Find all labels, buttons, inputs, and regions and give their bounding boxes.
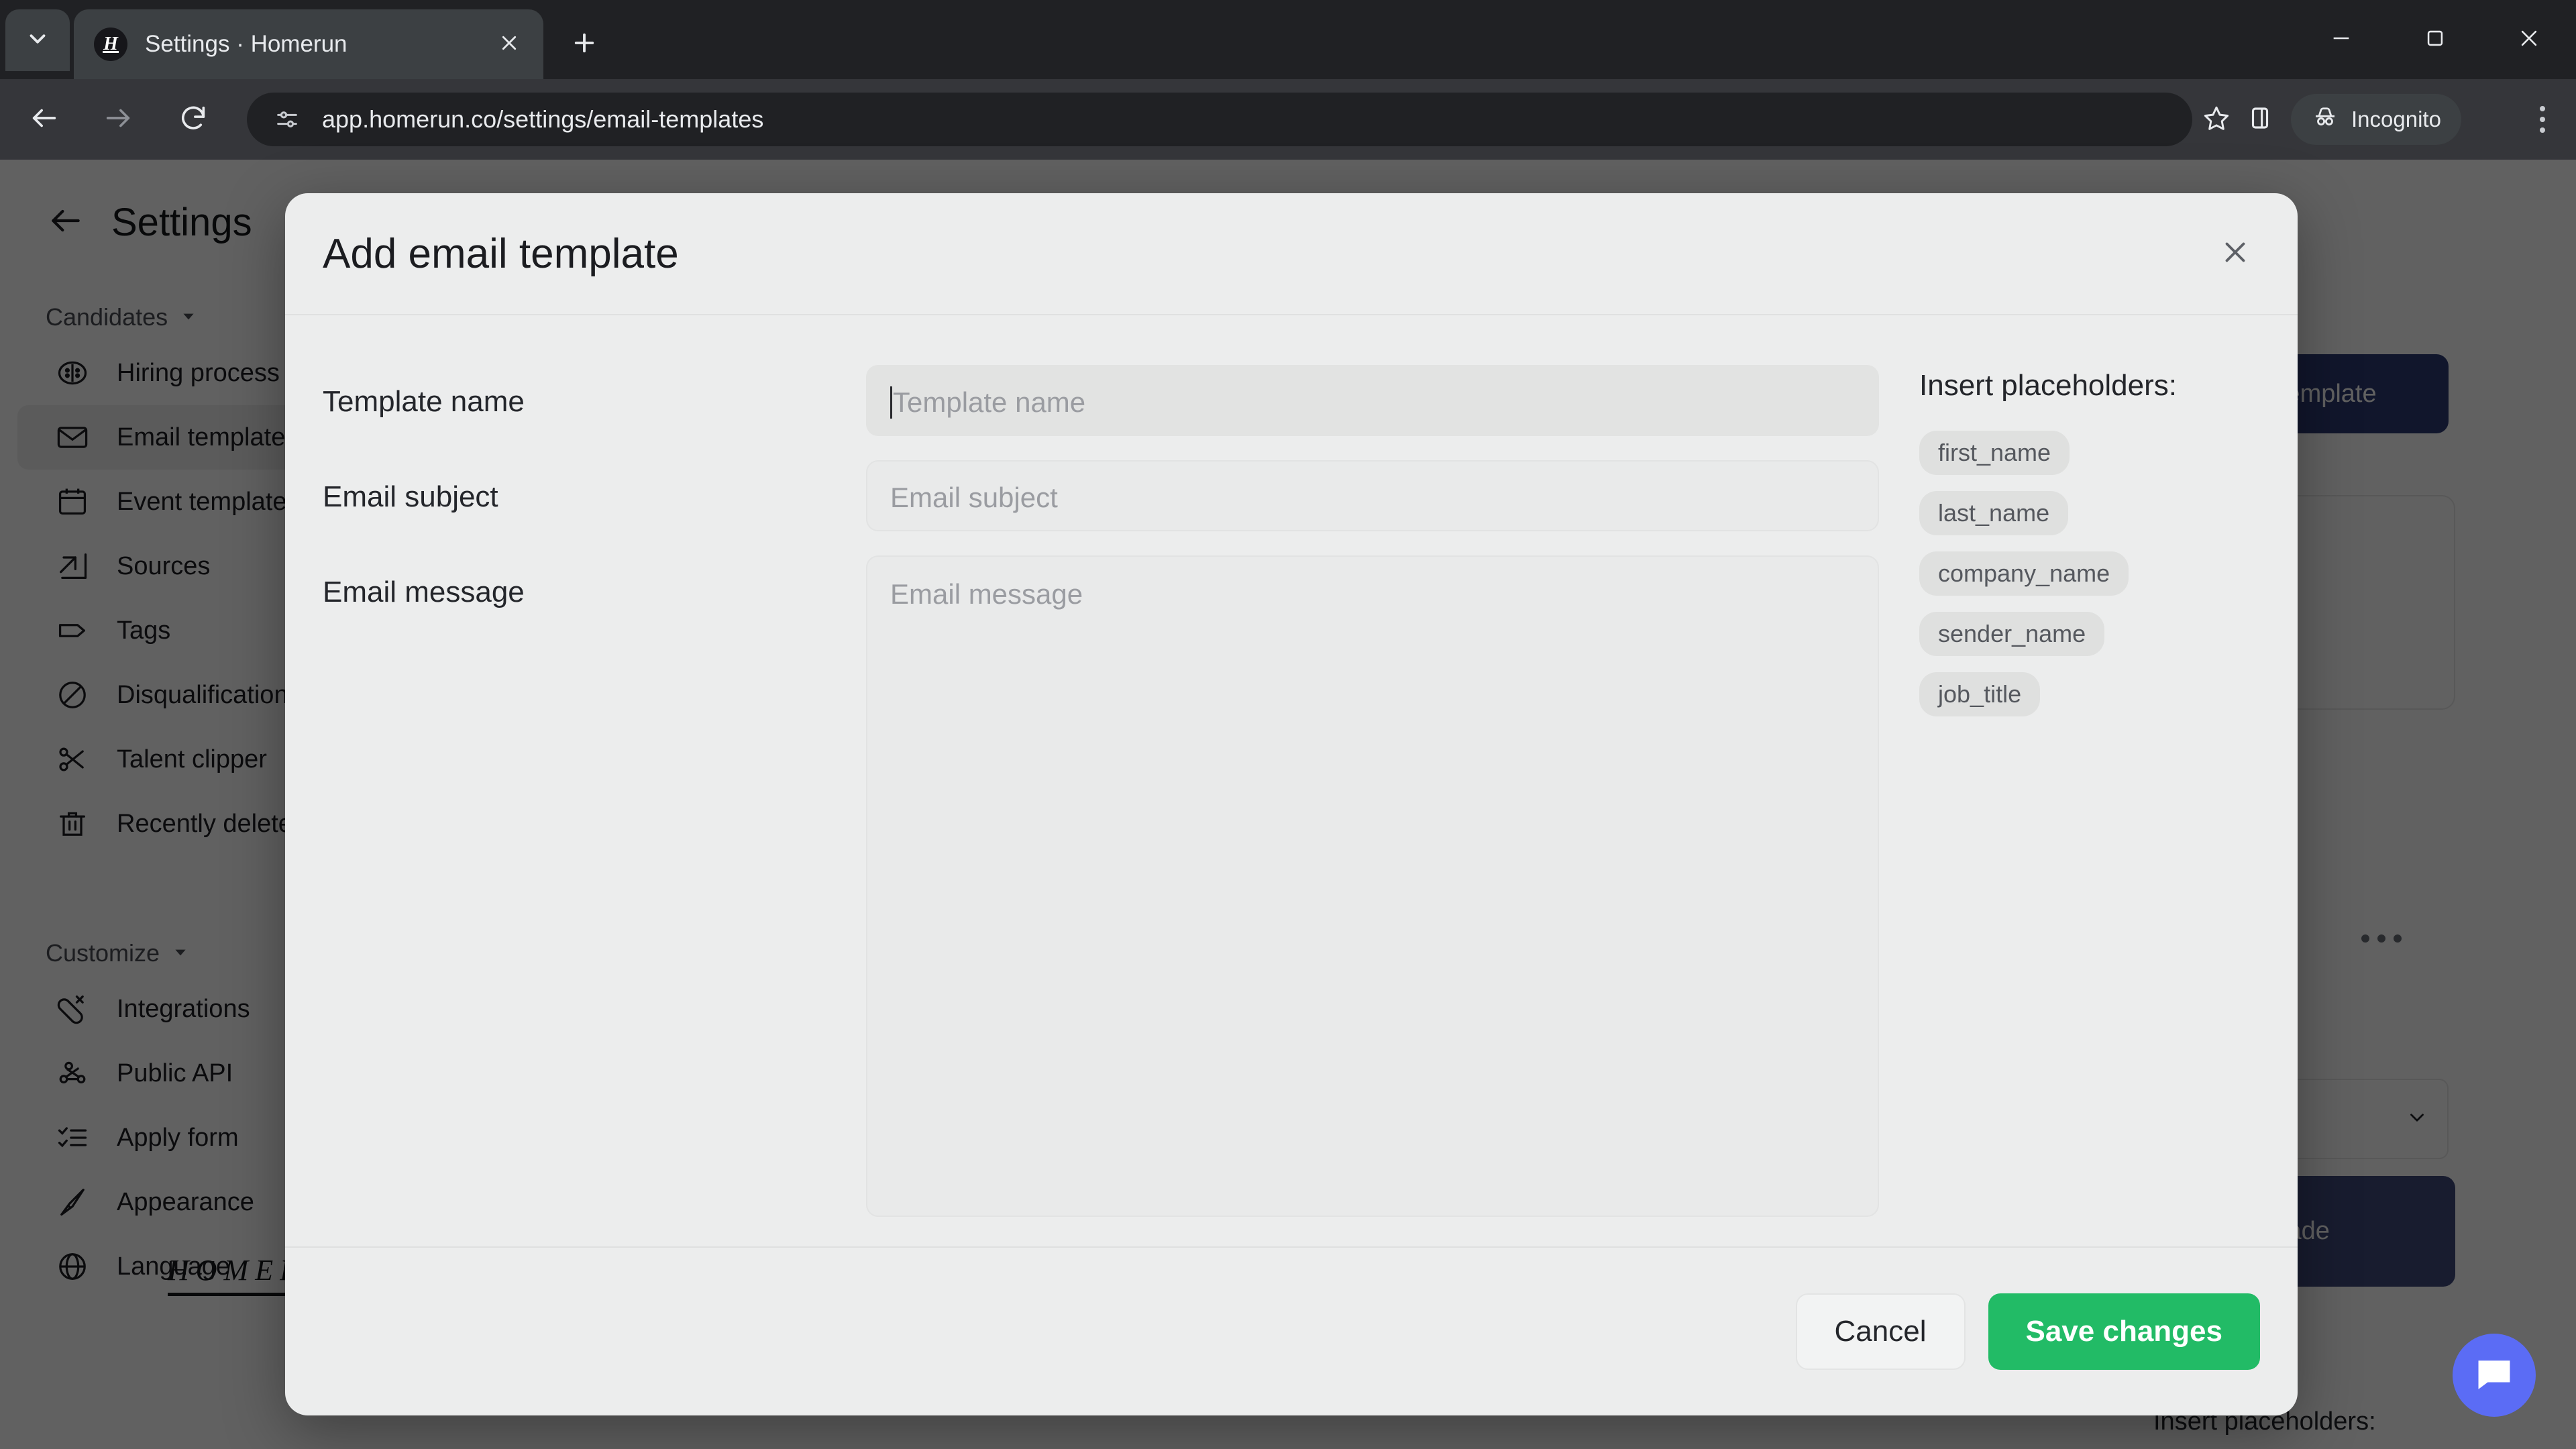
email-subject-label: Email subject — [323, 480, 498, 513]
email-subject-input[interactable]: Email subject — [866, 460, 1879, 531]
email-message-placeholder: Email message — [890, 578, 1083, 610]
tab-strip: H Settings · Homerun — [0, 0, 2576, 79]
template-form: Template name Template name Email subjec… — [323, 365, 1879, 1246]
maximize-icon — [2424, 27, 2447, 53]
bookmark-button[interactable] — [2194, 97, 2239, 142]
reload-button[interactable] — [169, 95, 217, 144]
add-email-template-modal: Add email template Template name Templat… — [285, 193, 2298, 1415]
text-caret — [890, 386, 892, 419]
site-settings-icon[interactable] — [270, 102, 305, 137]
url-text: app.homerun.co/settings/email-templates — [322, 105, 764, 133]
reload-icon — [178, 103, 209, 137]
email-message-label: Email message — [323, 576, 525, 608]
star-icon — [2202, 104, 2231, 136]
forward-button[interactable] — [94, 95, 142, 144]
email-message-textarea[interactable]: Email message — [866, 555, 1879, 1217]
plus-icon — [570, 29, 598, 60]
placeholder-chip-job-title[interactable]: job_title — [1919, 672, 2041, 716]
close-window-button[interactable] — [2482, 0, 2576, 79]
window-close-icon — [2518, 27, 2540, 53]
close-icon — [499, 33, 519, 56]
cancel-button[interactable]: Cancel — [1795, 1293, 1966, 1370]
template-name-input[interactable]: Template name — [866, 365, 1879, 436]
form-row-email-subject: Email subject Email subject — [323, 460, 1879, 531]
homerun-favicon: H — [94, 28, 127, 61]
chat-bubble-icon — [2473, 1352, 2516, 1399]
minimize-icon — [2330, 27, 2353, 53]
minimize-window-button[interactable] — [2294, 0, 2388, 79]
window-controls — [2294, 0, 2576, 79]
placeholder-chip-last-name[interactable]: last_name — [1919, 491, 2069, 535]
form-row-template-name: Template name Template name — [323, 365, 1879, 436]
browser-toolbar: app.homerun.co/settings/email-templates — [0, 79, 2576, 160]
incognito-label: Incognito — [2351, 107, 2441, 131]
back-arrow-icon — [29, 103, 60, 137]
modal-title: Add email template — [323, 230, 679, 277]
side-panel-icon — [2246, 104, 2274, 136]
new-tab-button[interactable] — [560, 20, 608, 68]
maximize-window-button[interactable] — [2388, 0, 2482, 79]
placeholder-chip-first-name[interactable]: first_name — [1919, 431, 2070, 475]
modal-header: Add email template — [285, 193, 2298, 315]
side-panel-button[interactable] — [2237, 97, 2283, 142]
placeholder-chip-sender-name[interactable]: sender_name — [1919, 612, 2105, 656]
save-changes-button[interactable]: Save changes — [1988, 1293, 2260, 1370]
browser-window: H Settings · Homerun app.homerun.co/sett… — [0, 0, 2576, 1449]
tab-close-button[interactable] — [490, 25, 529, 64]
back-button[interactable] — [20, 95, 68, 144]
incognito-hat-icon — [2311, 103, 2339, 136]
three-dots-menu-icon[interactable] — [2522, 97, 2563, 142]
tab-title: Settings · Homerun — [145, 31, 347, 57]
intercom-chat-button[interactable] — [2453, 1334, 2536, 1417]
forward-arrow-icon — [103, 103, 133, 137]
modal-close-button[interactable] — [2210, 229, 2260, 278]
chevron-down-icon — [25, 26, 50, 55]
tab-search-button[interactable] — [5, 9, 70, 71]
modal-footer: Cancel Save changes — [285, 1246, 2298, 1415]
close-icon — [2220, 237, 2251, 271]
placeholder-chip-list: first_name last_name company_name sender… — [1919, 431, 2260, 733]
incognito-indicator[interactable]: Incognito — [2291, 94, 2461, 145]
placeholder-chip-company-name[interactable]: company_name — [1919, 551, 2129, 596]
modal-body: Template name Template name Email subjec… — [285, 315, 2298, 1246]
browser-tab[interactable]: H Settings · Homerun — [74, 9, 543, 79]
form-row-email-message: Email message Email message — [323, 555, 1879, 1217]
template-name-placeholder: Template name — [893, 386, 1086, 418]
insert-placeholders-title: Insert placeholders: — [1919, 369, 2177, 402]
template-name-label: Template name — [323, 385, 525, 418]
address-bar[interactable]: app.homerun.co/settings/email-templates — [247, 93, 2192, 146]
insert-placeholders-panel: Insert placeholders: first_name last_nam… — [1879, 365, 2260, 1246]
email-subject-placeholder: Email subject — [890, 482, 1058, 513]
